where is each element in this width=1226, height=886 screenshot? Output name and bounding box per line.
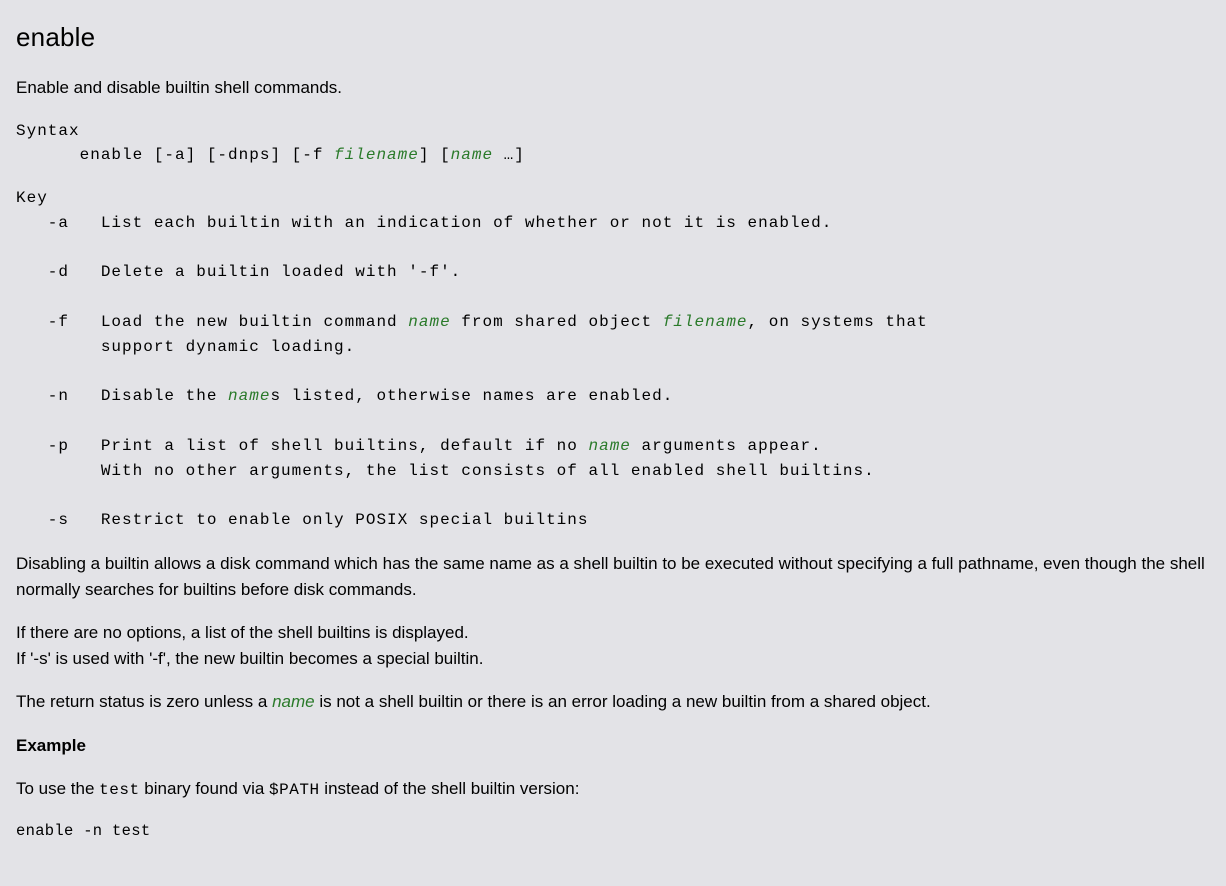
return-status-pre: The return status is zero unless a	[16, 692, 272, 711]
key-option-f-filename: filename	[663, 313, 748, 331]
intro-paragraph: Enable and disable builtin shell command…	[16, 75, 1210, 101]
key-option-f-line1-pre: -f Load the new builtin command	[16, 313, 408, 331]
paragraph-options-line1: If there are no options, a list of the s…	[16, 623, 469, 642]
example-code-path: $PATH	[269, 781, 320, 799]
key-label: Key	[16, 189, 48, 207]
key-option-p-name: name	[588, 437, 630, 455]
example-desc-mid: binary found via	[140, 779, 269, 798]
page-title: enable	[16, 18, 1210, 57]
key-option-n-pre: -n Disable the	[16, 387, 228, 405]
syntax-line-prefix: enable [-a] [-dnps] [-f	[16, 146, 334, 164]
key-option-f-line1-post: , on systems that	[748, 313, 928, 331]
key-option-f-line2: support dynamic loading.	[16, 338, 355, 356]
paragraph-options: If there are no options, a list of the s…	[16, 620, 1210, 671]
return-status-name: name	[272, 692, 315, 711]
key-option-p-line1-pre: -p Print a list of shell builtins, defau…	[16, 437, 588, 455]
example-code-test: test	[99, 781, 139, 799]
syntax-block: Syntax enable [-a] [-dnps] [-f filename]…	[16, 119, 1210, 169]
key-option-f-line1-mid: from shared object	[451, 313, 663, 331]
key-option-f-name: name	[408, 313, 450, 331]
example-description: To use the test binary found via $PATH i…	[16, 776, 1210, 802]
syntax-line-suffix: …]	[493, 146, 525, 164]
example-desc-post: instead of the shell builtin version:	[320, 779, 580, 798]
syntax-filename-param: filename	[334, 146, 419, 164]
syntax-label: Syntax	[16, 122, 80, 140]
key-option-d: -d Delete a builtin loaded with '-f'.	[16, 263, 461, 281]
example-command: enable -n test	[16, 820, 1210, 843]
syntax-line-between: ] [	[419, 146, 451, 164]
paragraph-return-status: The return status is zero unless a name …	[16, 689, 1210, 715]
key-option-a: -a List each builtin with an indication …	[16, 214, 832, 232]
syntax-name-param: name	[451, 146, 493, 164]
document-body: enable Enable and disable builtin shell …	[0, 0, 1226, 886]
key-option-p-line2: With no other arguments, the list consis…	[16, 462, 875, 480]
example-desc-pre: To use the	[16, 779, 99, 798]
key-option-p-line1-post: arguments appear.	[631, 437, 822, 455]
key-block: Key -a List each builtin with an indicat…	[16, 186, 1210, 533]
key-option-n-post: s listed, otherwise names are enabled.	[270, 387, 673, 405]
return-status-post: is not a shell builtin or there is an er…	[315, 692, 931, 711]
example-heading: Example	[16, 733, 1210, 759]
paragraph-disabling: Disabling a builtin allows a disk comman…	[16, 551, 1210, 602]
paragraph-options-line2: If '-s' is used with '-f', the new built…	[16, 649, 483, 668]
key-option-s: -s Restrict to enable only POSIX special…	[16, 511, 588, 529]
key-option-n-name: name	[228, 387, 270, 405]
